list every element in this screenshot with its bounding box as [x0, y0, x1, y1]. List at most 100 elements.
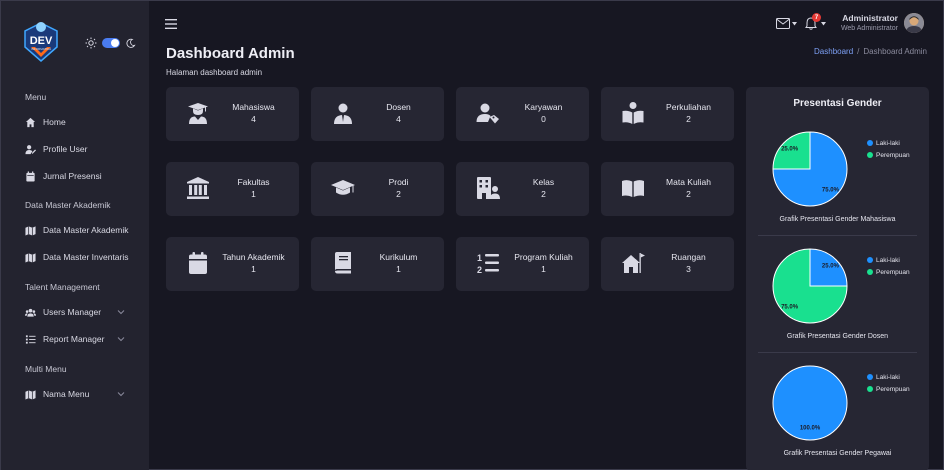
gender-chart-dosen: 25.0% 75.0% Laki-laki Perempuan Grafik Pr… [746, 242, 929, 352]
logo-subtext: INFORMATIKA [31, 47, 51, 51]
home-icon [25, 117, 36, 127]
stat-card-tahun-akademik[interactable]: Tahun Akademik 1 [166, 237, 299, 291]
stat-card-mata-kuliah[interactable]: Mata Kuliah 2 [601, 162, 734, 216]
sidebar-item-profile-user[interactable]: Profile User [25, 142, 133, 156]
card-label: Kelas [532, 177, 555, 187]
chevron-down-icon[interactable] [117, 308, 125, 316]
sidebar-item-label: Data Master Inventaris [43, 252, 129, 262]
mail-icon[interactable] [776, 18, 790, 29]
graduate-icon [188, 103, 208, 124]
sidebar-item-label: Home [43, 117, 66, 127]
card-value: 1 [251, 264, 256, 274]
graduation-cap-icon [331, 180, 355, 195]
sidebar-item-data-master-inventaris[interactable]: Data Master Inventaris [25, 250, 133, 264]
stat-card-mahasiswa[interactable]: Mahasiswa 4 [166, 87, 299, 141]
notification-badge: 7 [812, 13, 821, 22]
building-user-icon [477, 177, 500, 199]
legend-item-perempuan[interactable]: Perempuan [867, 149, 910, 161]
legend-label: Laki-laki [876, 373, 900, 381]
sidebar-item-home[interactable]: Home [25, 115, 133, 129]
card-label: Fakultas [237, 177, 270, 187]
stat-card-dosen[interactable]: Dosen 4 [311, 87, 444, 141]
pie-data-label: 100.0% [800, 426, 821, 432]
house-flag-icon [622, 253, 645, 273]
sidebar-item-report-manager[interactable]: Report Manager [25, 332, 133, 346]
sidebar-item-label: Report Manager [43, 334, 105, 344]
sidebar-item-jurnal-presensi[interactable]: Jurnal Presensi [25, 169, 133, 183]
card-label: Perkuliahan [666, 102, 711, 112]
topbar: 7 Administrator Web Administrator [149, 1, 943, 45]
chevron-down-icon[interactable] [117, 335, 125, 343]
legend-label: Laki-laki [876, 256, 900, 264]
chevron-down-icon[interactable] [117, 390, 125, 398]
section-data-master-akademik: Data Master Akademik [25, 200, 111, 210]
legend-item-perempuan[interactable]: Perempuan [867, 266, 910, 278]
sidebar-item-label: Users Manager [43, 307, 102, 317]
caret-down-icon[interactable] [821, 22, 826, 26]
card-value: 1 [251, 189, 256, 199]
hamburger-menu-icon[interactable] [165, 19, 177, 29]
card-value: 4 [396, 114, 401, 124]
page-title: Dashboard Admin [166, 45, 295, 62]
legend-label: Laki-laki [876, 139, 900, 147]
pie-chart: 75.0% 25.0% [772, 131, 848, 207]
card-label: Tahun Akademik [222, 252, 285, 262]
map-icon [25, 389, 36, 400]
stat-card-perkuliahan[interactable]: Perkuliahan 2 [601, 87, 734, 141]
avatar-image [904, 13, 924, 33]
legend-swatch [867, 374, 873, 380]
card-value: 3 [686, 264, 691, 274]
stat-card-program-kuliah[interactable]: 12 Program Kuliah 1 [456, 237, 589, 291]
legend-item-perempuan[interactable]: Perempuan [867, 383, 910, 395]
stat-card-kurikulum[interactable]: Kurikulum 1 [311, 237, 444, 291]
legend-item-laki[interactable]: Laki-laki [867, 371, 910, 383]
book-open-icon [622, 180, 644, 197]
caret-down-icon[interactable] [792, 22, 797, 26]
theme-toggle[interactable] [85, 37, 136, 49]
legend-label: Perempuan [876, 151, 910, 159]
stat-card-fakultas[interactable]: Fakultas 1 [166, 162, 299, 216]
card-value: 0 [541, 114, 546, 124]
legend-item-laki[interactable]: Laki-laki [867, 137, 910, 149]
card-value: 1 [541, 264, 546, 274]
user-edit-icon [25, 144, 36, 154]
logo[interactable]: DEV INFORMATIKA [17, 17, 65, 65]
card-label: Dosen [386, 102, 411, 112]
sidebar-item-users-manager[interactable]: Users Manager [25, 305, 133, 319]
theme-switch[interactable] [102, 38, 120, 48]
divider [758, 352, 917, 353]
sidebar-item-label: Jurnal Presensi [43, 171, 102, 181]
legend-swatch [867, 152, 873, 158]
sidebar-item-nama-menu[interactable]: Nama Menu [25, 387, 133, 401]
gender-panel-title: Presentasi Gender [793, 98, 882, 109]
moon-icon [126, 38, 136, 48]
stat-card-karyawan[interactable]: Karyawan 0 [456, 87, 589, 141]
svg-text:1: 1 [477, 253, 482, 263]
breadcrumb-link-dashboard[interactable]: Dashboard [814, 47, 853, 56]
sidebar-item-data-master-akademik[interactable]: Data Master Akademik [25, 223, 133, 237]
pie-data-label: 75.0% [822, 187, 840, 193]
university-icon [187, 177, 209, 199]
user-role: Web Administrator [840, 25, 898, 32]
avatar[interactable] [904, 13, 924, 33]
pie-chart: 25.0% 75.0% [772, 248, 848, 324]
card-value: 2 [541, 189, 546, 199]
user-name[interactable]: Administrator [835, 13, 898, 23]
breadcrumb-current: Dashboard Admin [863, 47, 927, 56]
card-label: Kurikulum [379, 252, 418, 262]
section-talent-management: Talent Management [25, 282, 100, 292]
list-icon [25, 334, 36, 344]
card-label: Mahasiswa [232, 102, 275, 112]
sidebar-item-label: Nama Menu [43, 389, 90, 399]
chart-legend: Laki-laki Perempuan [867, 254, 910, 278]
stat-card-ruangan[interactable]: Ruangan 3 [601, 237, 734, 291]
book-icon [335, 252, 351, 274]
stat-card-prodi[interactable]: Prodi 2 [311, 162, 444, 216]
pie-data-label: 75.0% [781, 304, 799, 310]
map-icon [25, 252, 36, 263]
sidebar: DEV INFORMATIKA Menu Home Profile User J… [1, 1, 149, 470]
legend-item-laki[interactable]: Laki-laki [867, 254, 910, 266]
chart-legend: Laki-laki Perempuan [867, 371, 910, 395]
legend-label: Perempuan [876, 268, 910, 276]
stat-card-kelas[interactable]: Kelas 2 [456, 162, 589, 216]
